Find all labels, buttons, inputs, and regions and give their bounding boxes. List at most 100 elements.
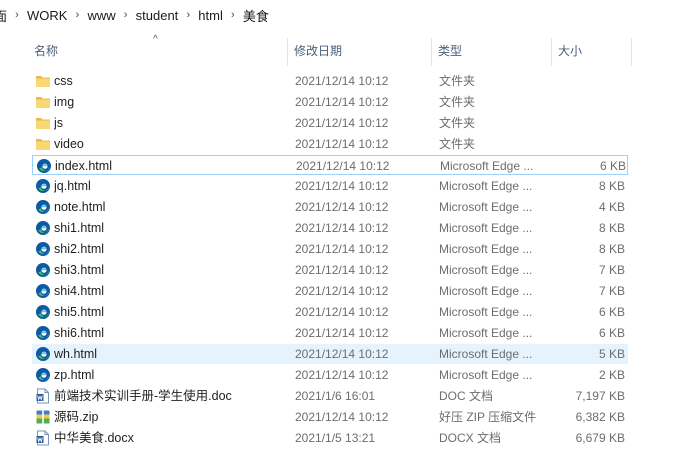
breadcrumb-item[interactable]: 美食 <box>243 6 269 25</box>
file-date-modified: 2021/12/14 10:12 <box>295 284 389 298</box>
edge-icon <box>35 325 51 341</box>
edge-icon <box>35 178 51 194</box>
file-type: Microsoft Edge ... <box>439 284 533 298</box>
file-type: Microsoft Edge ... <box>439 326 533 340</box>
file-size: 7,197 KB <box>575 389 625 403</box>
file-date-modified: 2021/12/14 10:12 <box>295 221 389 235</box>
file-row[interactable]: shi6.html 2021/12/14 10:12 Microsoft Edge … <box>32 323 628 343</box>
file-size: 6 KB <box>598 305 625 319</box>
file-type: Microsoft Edge ... <box>439 263 533 277</box>
column-header-type-label: 类型 <box>438 43 463 58</box>
file-size: 6,679 KB <box>575 431 625 445</box>
file-date-modified: 2021/12/14 10:12 <box>295 410 389 424</box>
file-type: 好压 ZIP 压缩文件 <box>439 410 537 424</box>
file-name: 中华美食.docx <box>54 431 134 445</box>
file-date-modified: 2021/12/14 10:12 <box>295 200 389 214</box>
file-row[interactable]: zp.html 2021/12/14 10:12 Microsoft Edge ..… <box>32 365 628 385</box>
edge-icon <box>35 199 51 215</box>
file-name: note.html <box>54 200 106 214</box>
file-row[interactable]: img 2021/12/14 10:12 文件夹 <box>32 92 628 112</box>
file-row[interactable]: shi2.html 2021/12/14 10:12 Microsoft Edge … <box>32 239 628 259</box>
file-date-modified: 2021/12/14 10:12 <box>295 347 389 361</box>
file-row[interactable]: shi3.html 2021/12/14 10:12 Microsoft Edge … <box>32 260 628 280</box>
file-type: Microsoft Edge ... <box>439 179 533 193</box>
edge-icon <box>35 241 51 257</box>
file-size <box>552 71 625 91</box>
column-header-type[interactable]: 类型 <box>433 32 551 68</box>
word-docx-icon <box>35 430 51 446</box>
file-type: 文件夹 <box>439 116 476 130</box>
chevron-right-icon[interactable]: › <box>7 9 27 21</box>
sort-ascending-icon: ^ <box>153 34 158 45</box>
file-name: jq.html <box>54 179 91 193</box>
file-type: Microsoft Edge ... <box>439 305 533 319</box>
edge-icon <box>35 262 51 278</box>
breadcrumb-item[interactable]: student <box>136 8 179 23</box>
file-size: 2 KB <box>598 368 625 382</box>
edge-icon <box>36 158 52 174</box>
chevron-right-icon[interactable]: › <box>67 9 87 21</box>
file-size: 7 KB <box>598 284 625 298</box>
file-size: 8 KB <box>598 179 625 193</box>
chevron-right-icon[interactable]: › <box>116 9 136 21</box>
breadcrumb-item[interactable]: www <box>87 8 115 23</box>
file-size: 4 KB <box>598 200 625 214</box>
file-row[interactable]: shi5.html 2021/12/14 10:12 Microsoft Edge … <box>32 302 628 322</box>
column-divider[interactable] <box>287 38 288 66</box>
file-row[interactable]: note.html 2021/12/14 10:12 Microsoft Edge … <box>32 197 628 217</box>
file-name: zp.html <box>54 368 95 382</box>
column-header-size[interactable]: 大小 <box>553 32 631 68</box>
folder-icon <box>35 73 51 89</box>
file-name: shi1.html <box>54 221 105 235</box>
file-type: DOCX 文档 <box>439 431 502 445</box>
breadcrumb-item[interactable]: 面 <box>0 6 7 25</box>
file-type: 文件夹 <box>439 137 476 151</box>
column-divider[interactable] <box>631 38 632 66</box>
file-name: js <box>54 116 64 130</box>
edge-icon <box>35 367 51 383</box>
file-row[interactable]: js 2021/12/14 10:12 文件夹 <box>32 113 628 133</box>
file-row[interactable]: video 2021/12/14 10:12 文件夹 <box>32 134 628 154</box>
file-row[interactable]: 中华美食.docx 2021/1/5 13:21 DOCX 文档 6,679 KB <box>32 428 628 448</box>
file-date-modified: 2021/12/14 10:12 <box>296 159 390 173</box>
column-header-size-label: 大小 <box>558 43 583 58</box>
file-row[interactable]: jq.html 2021/12/14 10:12 Microsoft Edge ..… <box>32 176 628 196</box>
breadcrumb-item[interactable]: WORK <box>27 8 67 23</box>
file-date-modified: 2021/12/14 10:12 <box>295 326 389 340</box>
file-row[interactable]: shi1.html 2021/12/14 10:12 Microsoft Edge … <box>32 218 628 238</box>
edge-icon <box>35 283 51 299</box>
file-row[interactable]: 源码.zip 2021/12/14 10:12 好压 ZIP 压缩文件 6,382 K… <box>32 407 628 427</box>
file-date-modified: 2021/12/14 10:12 <box>295 263 389 277</box>
column-divider[interactable] <box>551 38 552 66</box>
column-header-name[interactable]: 名称 <box>29 32 287 68</box>
file-type: 文件夹 <box>439 95 476 109</box>
file-row[interactable]: index.html 2021/12/14 10:12 Microsoft Edge… <box>32 155 628 175</box>
file-type: Microsoft Edge ... <box>439 221 533 235</box>
file-date-modified: 2021/1/6 16:01 <box>295 389 376 403</box>
file-row[interactable]: shi4.html 2021/12/14 10:12 Microsoft Edge … <box>32 281 628 301</box>
file-date-modified: 2021/12/14 10:12 <box>295 305 389 319</box>
file-size: 6 KB <box>598 326 625 340</box>
file-explorer: 面 › WORK › www › student › html › 美食 名称 ^ 修改日期 类型 … <box>0 0 677 475</box>
file-type: Microsoft Edge ... <box>439 347 533 361</box>
file-row[interactable]: wh.html 2021/12/14 10:12 Microsoft Edge ..… <box>32 344 628 364</box>
column-header-date[interactable]: 修改日期 <box>289 32 431 68</box>
file-type: DOC 文档 <box>439 389 494 403</box>
chevron-right-icon[interactable]: › <box>223 9 243 21</box>
file-date-modified: 2021/12/14 10:12 <box>295 179 389 193</box>
column-header-name-label: 名称 <box>34 43 59 58</box>
file-row[interactable]: 前端技术实训手册-学生使用.doc 2021/1/6 16:01 DOC 文档 7,1… <box>32 386 628 406</box>
word-doc-icon <box>35 388 51 404</box>
breadcrumb-item[interactable]: html <box>198 8 223 23</box>
zip-archive-icon <box>35 409 51 425</box>
file-row[interactable]: css 2021/12/14 10:12 文件夹 <box>32 71 628 91</box>
file-name: css <box>54 74 73 88</box>
file-size <box>552 113 625 133</box>
chevron-right-icon[interactable]: › <box>178 9 198 21</box>
file-date-modified: 2021/12/14 10:12 <box>295 242 389 256</box>
file-type: Microsoft Edge ... <box>439 200 533 214</box>
file-date-modified: 2021/12/14 10:12 <box>295 95 389 109</box>
column-divider[interactable] <box>431 38 432 66</box>
file-name: shi5.html <box>54 305 105 319</box>
edge-icon <box>35 346 51 362</box>
